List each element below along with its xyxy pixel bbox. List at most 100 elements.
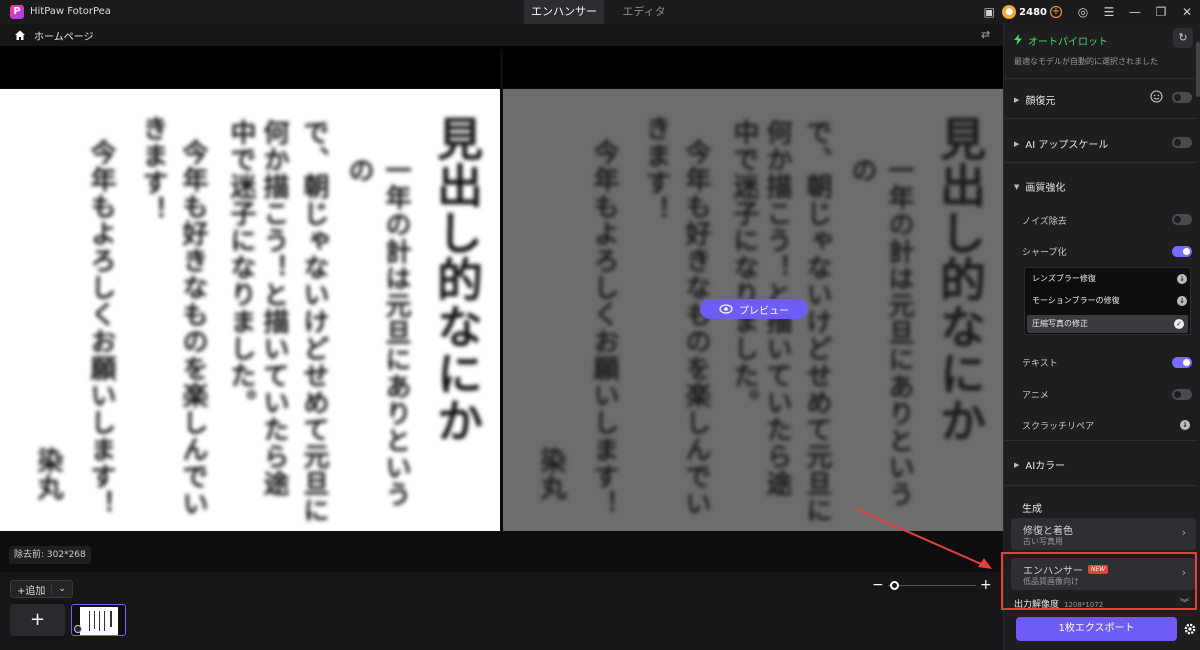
image-size-label: 除去前: 302*268 [9, 546, 91, 564]
download-icon: ↓ [1177, 296, 1187, 306]
bolt-icon [1014, 33, 1022, 48]
app-logo-icon: P [10, 5, 24, 19]
sharpen-option[interactable]: モーションブラーの修復 ↓ [1027, 292, 1188, 310]
expand-icon: ▶ [1014, 95, 1020, 104]
eye-icon [719, 304, 733, 314]
home-icon[interactable] [14, 29, 26, 41]
preview-label: プレビュー [739, 305, 789, 317]
zoom-handle[interactable] [889, 581, 899, 590]
image-text-line: 見出し的なにか [430, 115, 484, 444]
close-icon[interactable]: ✕ [1174, 0, 1200, 24]
autopilot: オートパイロット [1014, 33, 1108, 48]
sharpen-option-selected[interactable]: 圧縮写真の修正 ✓ [1027, 315, 1188, 333]
section-face[interactable]: ▶ 顔復元 [1014, 92, 1056, 108]
image-text-line: 今年もよろしくお願いします！ [589, 139, 619, 517]
thumbnail-preview [80, 607, 118, 635]
section-quality-label: 画質強化 [1025, 183, 1066, 194]
preview-button[interactable]: プレビュー [700, 299, 808, 319]
title-bar: P HitPaw FotorPea エンハンサー エディタ ▣ ● 2480 +… [0, 0, 1200, 24]
image-text-line: 中で迷子になりました。 [729, 119, 759, 416]
panel-scrollbar[interactable] [1196, 42, 1200, 97]
section-colorize-label: AIカラー [1025, 461, 1066, 472]
toggle-upscale[interactable] [1172, 137, 1192, 148]
work-area: ホームページ ⇄ 見出し的なにか 一年の計は元旦にありというの で、朝じゃないけ… [0, 24, 1003, 572]
restore-colorize-card[interactable]: 修復と着色 古い写真用 › [1011, 518, 1196, 550]
option-sharpen: シャープ化 [1022, 248, 1067, 258]
coin-icon: ● [1002, 5, 1017, 19]
expand-icon: ▶ [1014, 139, 1020, 148]
section-upscale[interactable]: ▶ AI アップスケール [1014, 136, 1109, 152]
tab-editor[interactable]: エディタ [604, 0, 684, 24]
highlight-box [1001, 552, 1197, 610]
image-text-line: 中で迷子になりました。 [226, 119, 256, 416]
app-name: HitPaw FotorPea [30, 6, 111, 17]
option-text: テキスト [1022, 359, 1058, 369]
download-icon[interactable]: ↓ [1180, 420, 1190, 430]
image-text-line: 染丸 [536, 447, 566, 501]
generate-label: 生成 [1022, 504, 1042, 515]
menu-icon[interactable]: ☰ [1096, 0, 1122, 24]
sharpen-option-label: 圧縮写真の修正 [1032, 319, 1088, 328]
toggle-text[interactable] [1172, 357, 1192, 368]
breadcrumb: ホームページ ⇄ [0, 24, 1003, 46]
zoom-slider[interactable] [888, 585, 976, 586]
library-icon[interactable]: ▣ [976, 0, 1002, 24]
zoom-out-icon[interactable]: − [872, 578, 884, 592]
minimize-icon[interactable]: — [1122, 0, 1148, 24]
mode-tabs: エンハンサー エディタ [524, 0, 684, 24]
coin-count: 2480 [1019, 6, 1047, 18]
option-anime: アニメ [1022, 391, 1049, 401]
restore-icon[interactable]: ❐ [1148, 0, 1174, 24]
tab-enhancer[interactable]: エンハンサー [524, 0, 604, 24]
collapse-icon: ▼ [1014, 182, 1020, 191]
section-face-label: 顔復元 [1025, 96, 1056, 107]
sharpen-option-label: レンズブラー修復 [1032, 274, 1096, 283]
section-quality[interactable]: ▼ 画質強化 [1014, 179, 1066, 195]
image-text-line: 一年の計は元旦にありというの [847, 157, 914, 508]
image-thumbnail[interactable] [71, 604, 126, 636]
section-upscale-label: AI アップスケール [1025, 140, 1109, 151]
option-noise: ノイズ除去 [1022, 217, 1067, 227]
add-image-tile[interactable]: + [10, 604, 65, 636]
section-colorize[interactable]: ▶ AIカラー [1014, 457, 1066, 473]
image-text-line: 今年も好きなものを楽しんでい [178, 139, 208, 517]
add-button[interactable]: +追加 ⌄ [10, 580, 73, 598]
toggle-sharpen[interactable] [1172, 246, 1192, 257]
autopilot-label: オートパイロット [1028, 37, 1108, 48]
toggle-noise[interactable] [1172, 214, 1192, 225]
toggle-face[interactable] [1172, 92, 1192, 103]
check-icon: ✓ [1174, 319, 1184, 329]
image-text-line: 何か描こう！と描いていたら途 [259, 119, 289, 497]
gear-icon[interactable] [1183, 622, 1197, 636]
zoom-in-icon[interactable]: + [980, 578, 992, 592]
sharpen-menu: レンズブラー修復 ↓ モーションブラーの修復 ↓ 圧縮写真の修正 ✓ [1024, 267, 1191, 335]
coin-balance[interactable]: ● 2480 + [1002, 5, 1062, 19]
option-scratch: スクラッチリペア [1022, 422, 1095, 432]
compare-icon[interactable]: ⇄ [981, 28, 995, 42]
image-text-line: 今年もよろしくお願いします！ [86, 139, 116, 517]
image-text-line: で、朝じゃないけどせめて元旦に [802, 119, 832, 524]
original-image: 見出し的なにか 一年の計は元旦にありというの で、朝じゃないけどせめて元旦に 何… [0, 89, 500, 531]
image-text-line: きます！ [641, 115, 671, 223]
image-text-line: 染丸 [33, 447, 63, 501]
face-icon[interactable] [1150, 90, 1163, 103]
add-coins-icon[interactable]: + [1050, 6, 1062, 18]
image-queue: +追加 ⌄ + − + [0, 572, 1003, 650]
add-label: 追加 [25, 585, 46, 597]
titlebar-controls: ▣ ● 2480 + ◎ ☰ — ❐ ✕ [976, 0, 1200, 24]
refresh-button[interactable]: ↻ [1173, 28, 1193, 48]
image-text-line: 今年も好きなものを楽しんでい [681, 139, 711, 517]
card-subtitle: 古い写真用 [1023, 537, 1063, 546]
expand-icon: ▶ [1014, 460, 1020, 469]
download-icon: ↓ [1177, 274, 1187, 284]
card-title: 修復と着色 [1023, 526, 1073, 537]
account-icon[interactable]: ◎ [1070, 0, 1096, 24]
sharpen-option[interactable]: レンズブラー修復 ↓ [1027, 270, 1188, 288]
image-text-line: 見出し的なにか [933, 115, 987, 444]
home-link[interactable]: ホームページ [34, 28, 94, 43]
image-text-line: 一年の計は元旦にありというの [344, 157, 411, 508]
toggle-anime[interactable] [1172, 389, 1192, 400]
image-text-line: で、朝じゃないけどせめて元旦に [299, 119, 329, 524]
chevron-down-icon[interactable]: ⌄ [51, 584, 72, 594]
export-button[interactable]: 1枚エクスポート [1016, 617, 1177, 641]
